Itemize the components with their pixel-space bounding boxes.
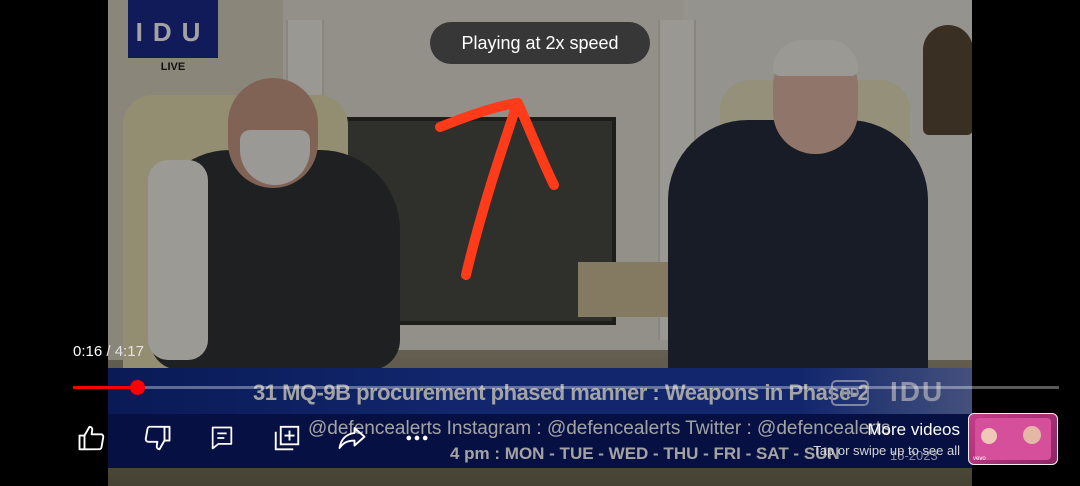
current-time: 0:16	[73, 343, 103, 360]
playback-speed-toast: Playing at 2x speed	[430, 22, 650, 64]
thumbnail-label: vevo	[973, 456, 986, 462]
more-videos-thumbnail[interactable]: vevo	[968, 413, 1058, 465]
more-dots-icon	[406, 435, 428, 441]
more-videos-prompt[interactable]: More videos Tap or swipe up to see all	[790, 420, 960, 458]
dislike-button[interactable]	[135, 416, 179, 460]
comment-icon	[211, 426, 233, 450]
thumbnail-face-left	[981, 428, 997, 444]
more-options-button[interactable]	[395, 416, 439, 460]
seek-bar[interactable]	[73, 380, 1059, 395]
thumbs-up-icon	[78, 425, 105, 451]
total-time: 4:17	[114, 343, 144, 360]
thumbs-down-icon	[144, 425, 171, 451]
share-icon	[338, 427, 366, 449]
save-to-playlist-button[interactable]	[265, 416, 309, 460]
share-button[interactable]	[330, 416, 374, 460]
more-videos-title: More videos	[867, 420, 960, 439]
time-separator: /	[102, 343, 115, 360]
like-button[interactable]	[70, 416, 114, 460]
time-display: 0:16 / 4:17	[73, 343, 144, 360]
annotation-arrow-icon	[435, 98, 559, 280]
add-to-playlist-icon	[274, 425, 300, 451]
seek-bar-played	[73, 386, 138, 389]
more-videos-subtitle: Tap or swipe up to see all	[813, 443, 960, 458]
thumbnail-face-right	[1023, 426, 1041, 444]
seek-bar-scrubber[interactable]	[130, 380, 146, 395]
comments-button[interactable]	[200, 416, 244, 460]
